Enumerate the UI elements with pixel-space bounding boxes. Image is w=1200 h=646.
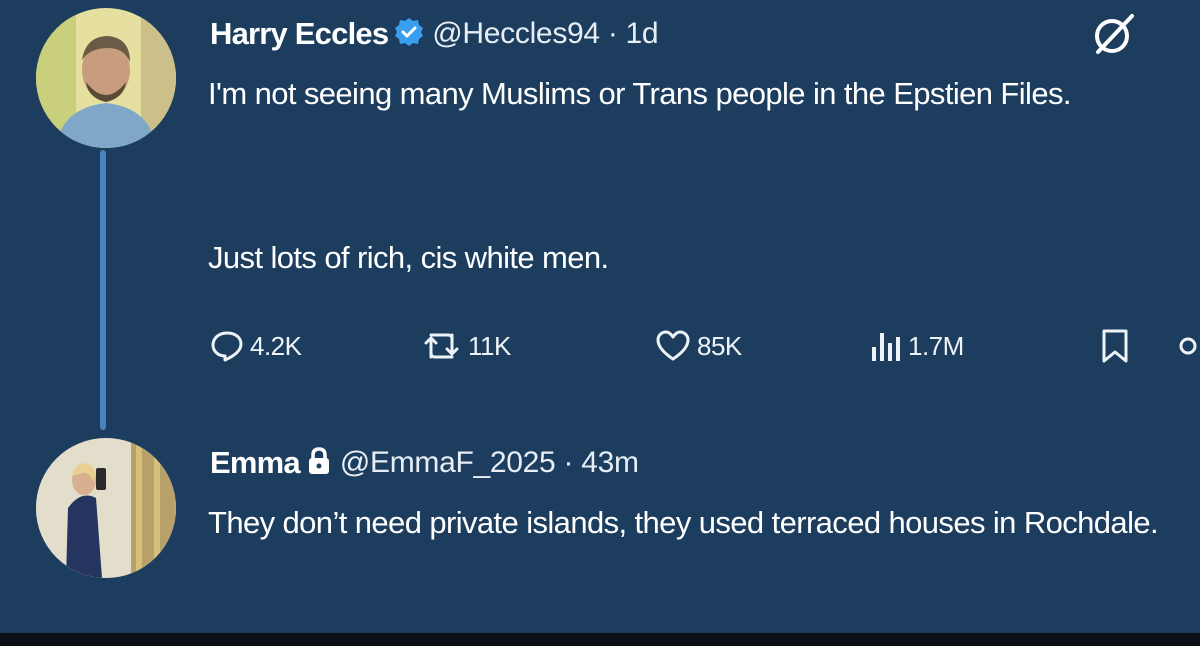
reply-text: They don’t need private islands, they us… bbox=[208, 505, 1159, 540]
share-icon bbox=[1179, 337, 1197, 355]
views-button[interactable]: 1.7M bbox=[870, 325, 964, 367]
repost-count: 11K bbox=[468, 330, 511, 361]
reply-icon bbox=[211, 331, 243, 362]
bottom-bar bbox=[0, 633, 1200, 646]
repost-button[interactable]: 11K bbox=[422, 325, 511, 367]
reply-button[interactable]: 4.2K bbox=[210, 325, 302, 367]
views-count: 1.7M bbox=[908, 330, 964, 361]
views-icon bbox=[872, 333, 900, 361]
tweet-text: I'm not seeing many Muslims or Trans peo… bbox=[208, 76, 1071, 111]
repost-icon bbox=[424, 333, 459, 359]
grok-icon[interactable] bbox=[1090, 10, 1138, 63]
like-count: 85K bbox=[697, 330, 742, 361]
avatar-emma[interactable] bbox=[36, 438, 176, 578]
verified-badge-icon bbox=[394, 17, 424, 52]
share-button[interactable] bbox=[1176, 325, 1200, 367]
author-name[interactable]: Harry Eccles bbox=[210, 16, 389, 52]
avatar-harry-eccles[interactable] bbox=[36, 8, 176, 148]
bookmark-icon bbox=[1102, 329, 1128, 363]
author-name[interactable]: Emma bbox=[210, 445, 301, 481]
lock-icon bbox=[306, 446, 332, 481]
like-button[interactable]: 85K bbox=[655, 325, 742, 367]
reply-count: 4.2K bbox=[250, 330, 302, 361]
bookmark-button[interactable] bbox=[1100, 325, 1136, 367]
thread-connector-line bbox=[100, 150, 106, 430]
author-handle-time[interactable]: @EmmaF_2025 · 43m bbox=[340, 446, 639, 480]
like-icon bbox=[656, 330, 690, 361]
author-handle-time[interactable]: @Heccles94 · 1d bbox=[432, 17, 658, 51]
tweet-actions: 4.2K 11K 85K 1.7M bbox=[210, 325, 1200, 367]
tweet-text-second-paragraph: Just lots of rich, cis white men. bbox=[208, 240, 609, 275]
